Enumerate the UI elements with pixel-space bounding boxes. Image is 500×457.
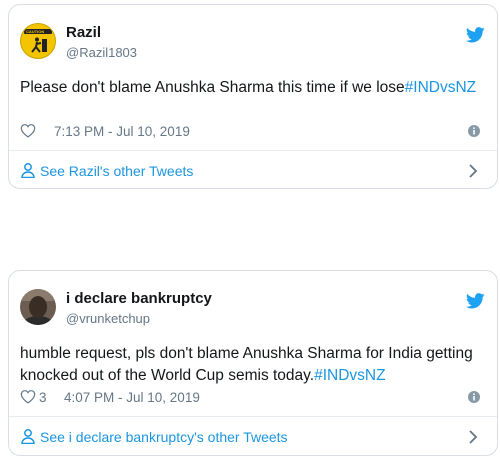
heart-icon[interactable] [20, 389, 36, 404]
twitter-bird-icon[interactable] [466, 27, 485, 43]
see-other-tweets-link[interactable]: See i declare bankruptcy's other Tweets [21, 428, 497, 448]
tweet-text: humble request, pls don't blame Anushka … [20, 345, 473, 384]
tweet-header: i declare bankruptcy @vrunketchup [20, 289, 497, 329]
user-icon [21, 429, 35, 444]
hashtag-link[interactable]: #INDvsNZ [405, 79, 476, 96]
divider [9, 150, 497, 151]
tweet-text: Please don't blame Anushka Sharma this t… [20, 79, 477, 96]
divider [9, 416, 497, 417]
tweet-card: i declare bankruptcy @vrunketchup humble… [8, 270, 498, 456]
tweet-timestamp[interactable]: 4:07 PM - Jul 10, 2019 [64, 390, 200, 405]
twitter-bird-icon[interactable] [466, 293, 485, 309]
author-handle[interactable]: @Razil1803 [66, 45, 137, 60]
see-other-tweets-link[interactable]: See Razil's other Tweets [21, 162, 497, 182]
avatar[interactable]: CAUTION [20, 23, 56, 59]
heart-icon[interactable] [20, 123, 36, 138]
info-icon[interactable] [468, 125, 480, 137]
chevron-right-icon[interactable] [468, 430, 478, 444]
info-icon[interactable] [468, 391, 480, 403]
see-other-tweets-label[interactable]: See Razil's other Tweets [40, 163, 193, 179]
tweet-meta: 7:13 PM - Jul 10, 2019 [20, 122, 490, 142]
like-count: 3 [39, 390, 47, 405]
author-name[interactable]: Razil [66, 24, 101, 41]
chevron-right-icon[interactable] [468, 164, 478, 178]
avatar[interactable] [20, 289, 56, 325]
tweet-timestamp[interactable]: 7:13 PM - Jul 10, 2019 [54, 124, 190, 139]
author-name[interactable]: i declare bankruptcy [66, 290, 212, 307]
user-icon [21, 163, 35, 178]
tweet-card: CAUTION Razil @Razil1803 Please don't bl… [8, 4, 498, 189]
see-other-tweets-label[interactable]: See i declare bankruptcy's other Tweets [40, 429, 288, 445]
tweet-meta: 3 4:07 PM - Jul 10, 2019 [20, 388, 490, 408]
hashtag-link[interactable]: #INDvsNZ [314, 367, 385, 384]
tweet-header: CAUTION Razil @Razil1803 [20, 23, 497, 63]
author-handle[interactable]: @vrunketchup [66, 311, 150, 326]
